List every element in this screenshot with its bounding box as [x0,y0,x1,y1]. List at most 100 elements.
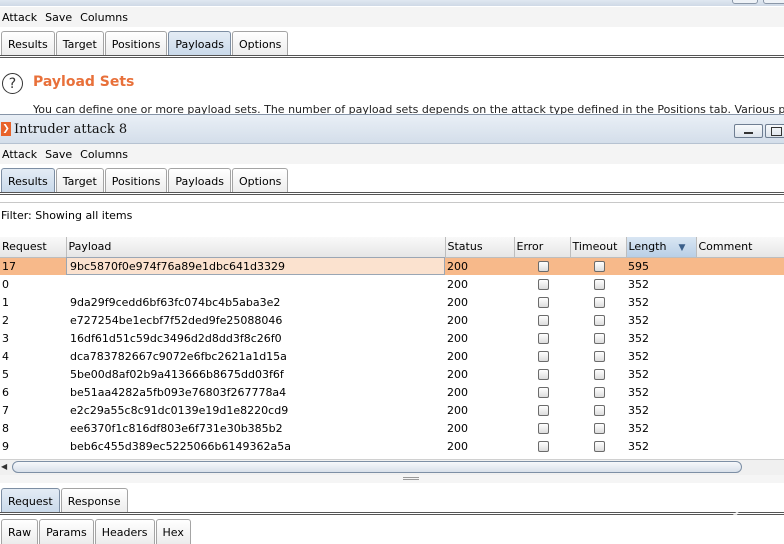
cell-error [514,419,570,437]
error-checkbox[interactable] [537,315,549,326]
table-row[interactable]: 7 e2c29a55c8c91dc0139e19d1e8220cd9 200 352 [0,401,784,419]
tab-raw[interactable]: Raw [1,519,39,544]
timeout-checkbox[interactable] [593,297,605,308]
tab-params[interactable]: Params [39,519,94,544]
cell-status: 200 [447,439,468,453]
tab-target[interactable]: Target [55,168,104,193]
bg-tab-positions[interactable]: Positions [104,31,168,56]
error-checkbox[interactable] [537,261,549,273]
column-header-timeout[interactable]: Timeout [570,237,627,258]
bg-tab-divider [0,55,784,58]
cell-timeout [570,437,626,455]
table-row[interactable]: 6 be51aa4282a5fb093e76803f267778a4 200 352 [0,383,784,401]
cell-status: 200 [447,385,468,399]
column-header-payload[interactable]: Payload [66,237,446,258]
error-checkbox[interactable] [537,351,549,362]
cell-status: 200 [447,295,468,309]
horizontal-scrollbar-thumb[interactable] [12,461,742,473]
timeout-checkbox[interactable] [593,315,605,326]
table-row[interactable]: 5 5be00d8af02b9a413666b8675dd03f6f 200 352 [0,365,784,383]
cell-comment [696,311,784,329]
scroll-left-arrow-icon[interactable]: ◀ [1,462,7,471]
timeout-checkbox[interactable] [593,387,605,398]
tab-positions[interactable]: Positions [104,168,168,193]
timeout-checkbox[interactable] [593,351,605,362]
menu-save[interactable]: Save [45,148,72,161]
menu-attack[interactable]: Attack [2,148,37,161]
error-checkbox[interactable] [537,441,549,452]
cell-error [514,347,570,365]
error-checkbox[interactable] [537,297,549,308]
cell-timeout [570,401,626,419]
timeout-checkbox[interactable] [593,261,605,273]
cell-error [514,401,570,419]
cell-request: 17 [0,257,66,275]
cell-comment [696,401,784,419]
tab-request[interactable]: Request [1,488,60,513]
bg-tab-options[interactable]: Options [231,31,289,56]
timeout-checkbox[interactable] [593,333,605,344]
cell-status: 200 [447,331,468,345]
bg-tab-target[interactable]: Target [55,31,104,56]
timeout-checkbox[interactable] [593,423,605,434]
error-checkbox[interactable] [537,279,549,290]
bg-menu-columns[interactable]: Columns [80,11,128,24]
intruder-attack-window: ❯ Intruder attack 8 Attack Save Columns … [0,114,784,544]
bg-tab-bar: Results Target Positions Payloads Option… [0,31,289,56]
error-checkbox[interactable] [537,423,549,434]
cell-error [514,437,570,455]
cell-status: 200 [445,257,514,275]
filter-bar[interactable]: Filter: Showing all items [0,202,784,227]
minimize-button[interactable] [734,124,763,138]
error-checkbox[interactable] [537,369,549,380]
bg-minimize-button[interactable] [732,0,758,4]
window-titlebar: ❯ Intruder attack 8 [0,115,784,144]
bg-tab-results[interactable]: Results [1,31,55,56]
column-header-comment[interactable]: Comment [696,237,784,258]
error-checkbox[interactable] [537,333,549,344]
tab-payloads[interactable]: Payloads [168,168,231,193]
table-row[interactable]: 2 e727254be1ecbf7f52ded9fe25088046 200 352 [0,311,784,329]
bg-menu-save[interactable]: Save [45,11,72,24]
sort-descending-icon: ▼ [678,243,686,254]
table-row[interactable]: 8 ee6370f1c816df803e6f731e30b385b2 200 352 [0,419,784,437]
tab-response[interactable]: Response [60,488,128,513]
column-header-length[interactable]: Length ▼ [626,237,697,258]
tab-headers[interactable]: Headers [94,519,155,544]
cell-request: 6 [2,385,9,399]
pane-splitter[interactable] [0,475,784,483]
cell-status: 200 [447,367,468,381]
bg-maximize-button[interactable] [763,0,784,4]
tab-options[interactable]: Options [231,168,289,193]
horizontal-scrollbar[interactable]: ◀ [0,459,784,475]
splitter-grip-icon[interactable] [403,477,419,480]
cell-error [514,275,570,293]
cell-comment [696,383,784,401]
timeout-checkbox[interactable] [593,369,605,380]
maximize-button[interactable] [765,124,784,138]
bg-tab-payloads[interactable]: Payloads [168,31,231,56]
table-row[interactable]: 17 9bc5870f0e974f76a89e1dbc641d3329 200 595 [0,257,784,275]
table-row[interactable]: 4 dca783782667c9072e6fbc2621a1d15a 200 352 [0,347,784,365]
timeout-checkbox[interactable] [593,441,605,452]
menu-columns[interactable]: Columns [80,148,128,161]
timeout-checkbox[interactable] [593,279,605,290]
column-header-status[interactable]: Status [445,237,515,258]
cell-length: 352 [628,277,649,291]
error-checkbox[interactable] [537,405,549,416]
tab-results[interactable]: Results [1,168,55,193]
table-row[interactable]: 1 9da29f9cedd6bf63fc074bc4b5aba3e2 200 352 [0,293,784,311]
sub-tab-bar: Raw Params Headers Hex [0,519,192,544]
help-icon[interactable]: ? [2,73,23,94]
cell-length: 352 [628,295,649,309]
table-row[interactable]: 9 beb6c455d389ec5225066b6149362a5a 200 352 [0,437,784,455]
timeout-checkbox[interactable] [593,405,605,416]
table-row[interactable]: 3 16df61d51c59dc3496d2d8dd3f8c26f0 200 352 [0,329,784,347]
error-checkbox[interactable] [537,387,549,398]
column-header-error[interactable]: Error [514,237,571,258]
column-header-request[interactable]: Request [0,237,67,258]
table-row[interactable]: 0 200 352 [0,275,784,293]
cell-error [514,329,570,347]
tab-hex[interactable]: Hex [155,519,191,544]
bg-menu-attack[interactable]: Attack [2,11,37,24]
